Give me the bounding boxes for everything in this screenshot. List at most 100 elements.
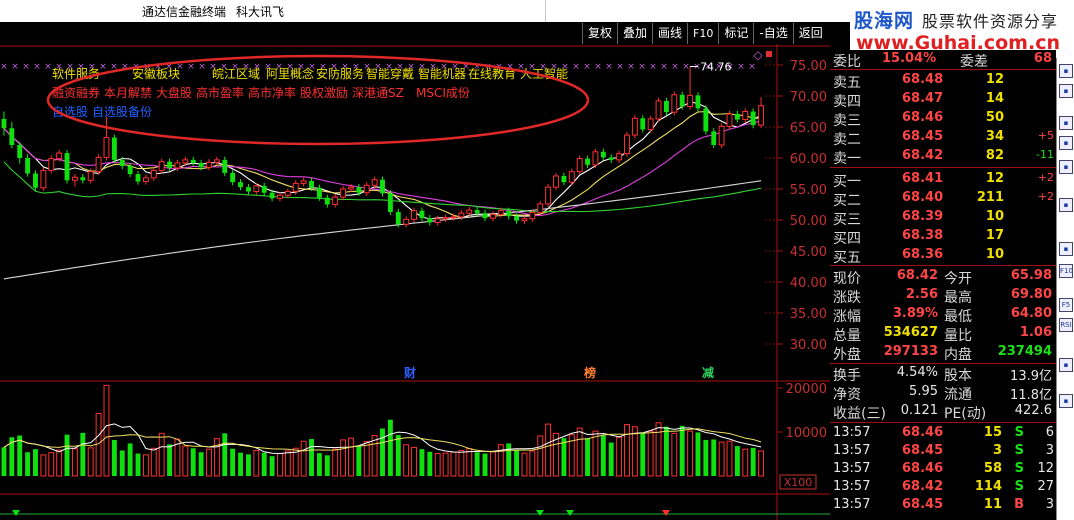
restore-rights-button[interactable]: 复权 <box>582 23 618 44</box>
price-axis-label: 55.00 <box>790 183 827 198</box>
volume-bar <box>411 446 417 477</box>
concept-tag[interactable]: MSCI成份 <box>416 86 470 100</box>
bid-row: 买四 68.38 17 <box>830 227 1056 247</box>
back-button[interactable]: 返回 <box>792 23 828 44</box>
concept-tag[interactable]: 大盘股 <box>156 85 192 100</box>
bid-label: 买四 <box>833 231 861 247</box>
volume-bar <box>663 426 669 476</box>
tick-price: 68.45 <box>902 497 944 512</box>
ask-price: 68.48 <box>902 72 944 87</box>
candle-body <box>222 159 228 173</box>
concept-tag[interactable]: 高市盈率 <box>196 85 244 100</box>
overlay-button[interactable]: 叠加 <box>617 23 653 44</box>
arrow-icon[interactable]: ▪ <box>1059 358 1073 372</box>
sort-icon[interactable]: ▪ <box>1059 116 1073 130</box>
candle-body <box>119 159 125 167</box>
tick-volume: 114 <box>974 479 1002 494</box>
price-axis-label: 70.00 <box>790 90 827 105</box>
concept-tag[interactable]: 阿里概念 <box>266 66 314 81</box>
volume-bar <box>363 441 370 477</box>
volume-bar <box>695 432 701 476</box>
volume-bar <box>206 448 212 477</box>
bid-volume: 10 <box>985 209 1004 224</box>
tick-side: S <box>1014 425 1024 440</box>
signal-arrow <box>662 510 670 516</box>
concept-tag[interactable]: 高市净率 <box>248 85 296 100</box>
concept-tag[interactable]: 智能机器 <box>418 66 466 81</box>
candle-body <box>395 211 401 225</box>
tick-price: 68.45 <box>902 443 944 458</box>
settings-icon[interactable]: ▪ <box>1059 242 1073 256</box>
mark-button[interactable]: 标记 <box>718 23 754 44</box>
toolbar-rsi-button[interactable]: RSI <box>1059 318 1073 332</box>
concept-tag[interactable]: 安防服务 <box>316 66 364 81</box>
toolbar-f10-button[interactable]: F10 <box>1059 264 1073 278</box>
draw-line-button[interactable]: 画线 <box>652 23 688 44</box>
weicha-value: 68 <box>1033 51 1052 66</box>
signal-arrow <box>12 510 20 516</box>
volume-bar <box>545 423 552 477</box>
concept-tag[interactable]: 人工智能 <box>520 66 568 81</box>
chart-icon[interactable]: ▪ <box>1059 64 1073 78</box>
stat-row: 涨幅 3.89% 最低 64.80 <box>830 305 1056 325</box>
toolbar-f5-button[interactable]: F5 <box>1059 298 1073 312</box>
candle-body <box>9 128 15 145</box>
volume-bar <box>592 430 599 477</box>
ask-label: 卖五 <box>833 75 861 91</box>
news-icon[interactable]: ▪ <box>1059 198 1073 212</box>
concept-tag[interactable]: 智能穿戴 <box>366 66 414 81</box>
f10-button[interactable]: F10 <box>687 23 719 44</box>
candle-body <box>442 217 449 220</box>
volume-bar <box>616 436 623 477</box>
concept-tag[interactable]: 深港通SZ <box>352 86 404 100</box>
band-marker: × <box>638 62 646 72</box>
band-marker: × <box>660 62 668 72</box>
band-marker: × <box>671 62 679 72</box>
bid-price: 68.38 <box>902 228 944 243</box>
concept-tag[interactable]: 皖江区域 <box>212 67 260 81</box>
list-icon[interactable]: ▪ <box>1059 84 1073 98</box>
ask-volume: 14 <box>985 91 1004 106</box>
kline-chart[interactable]: 75.00 70.00 65.00 60.00 55.00 50.00 45.00 40.00… <box>0 44 830 520</box>
ask-volume: 50 <box>985 110 1004 125</box>
candle-icon[interactable]: ▪ <box>1059 136 1073 150</box>
info-icon[interactable]: ▪ <box>1059 160 1073 174</box>
volume-bar <box>309 439 314 476</box>
volume-bar <box>182 445 189 477</box>
band-marker: × <box>44 62 52 72</box>
volume-bar <box>380 428 385 476</box>
band-marker: × <box>198 62 206 72</box>
candle-body <box>427 218 433 223</box>
candle-body <box>269 192 275 199</box>
bid-label: 买三 <box>833 212 861 228</box>
zoom-icon[interactable]: ▪ <box>1059 394 1073 408</box>
concept-tag[interactable]: 股权激励 <box>300 86 348 100</box>
tick-count: 3 <box>1045 497 1054 512</box>
candle-body <box>671 94 678 113</box>
separator <box>830 422 1056 423</box>
candle-body <box>277 194 283 199</box>
concept-tag[interactable]: 本月解禁 <box>104 86 152 100</box>
stat-value: 64.80 <box>1010 306 1052 321</box>
remove-watchlist-button[interactable]: -自选 <box>753 23 793 44</box>
candle-body <box>356 187 362 193</box>
ask-label: 卖四 <box>833 94 861 110</box>
concept-tag[interactable]: 自选股备份 <box>92 105 152 119</box>
bid-price: 68.36 <box>902 247 944 262</box>
candle-body <box>750 111 756 126</box>
candle-body <box>230 172 236 183</box>
quote-panel: 委比 15.04% 委差 68 卖五 68.48 12 卖四 68.47 14 卖三 68.46 50 卖… <box>830 50 1056 520</box>
stat-label: 最低 <box>944 309 972 325</box>
candle-body <box>434 218 441 223</box>
concept-tag[interactable]: 软件服务 <box>52 66 100 81</box>
tick-time: 13:57 <box>833 479 871 494</box>
fund-label: 股本 <box>944 368 972 384</box>
tick-time: 13:57 <box>833 497 871 512</box>
candle-body <box>466 209 473 214</box>
candle-body <box>213 159 220 163</box>
volume-bar <box>150 447 157 477</box>
fund-label: 换手 <box>833 368 861 384</box>
candle-body <box>174 162 181 169</box>
tick-count: 3 <box>1045 443 1054 458</box>
ma10-line <box>3 111 762 218</box>
